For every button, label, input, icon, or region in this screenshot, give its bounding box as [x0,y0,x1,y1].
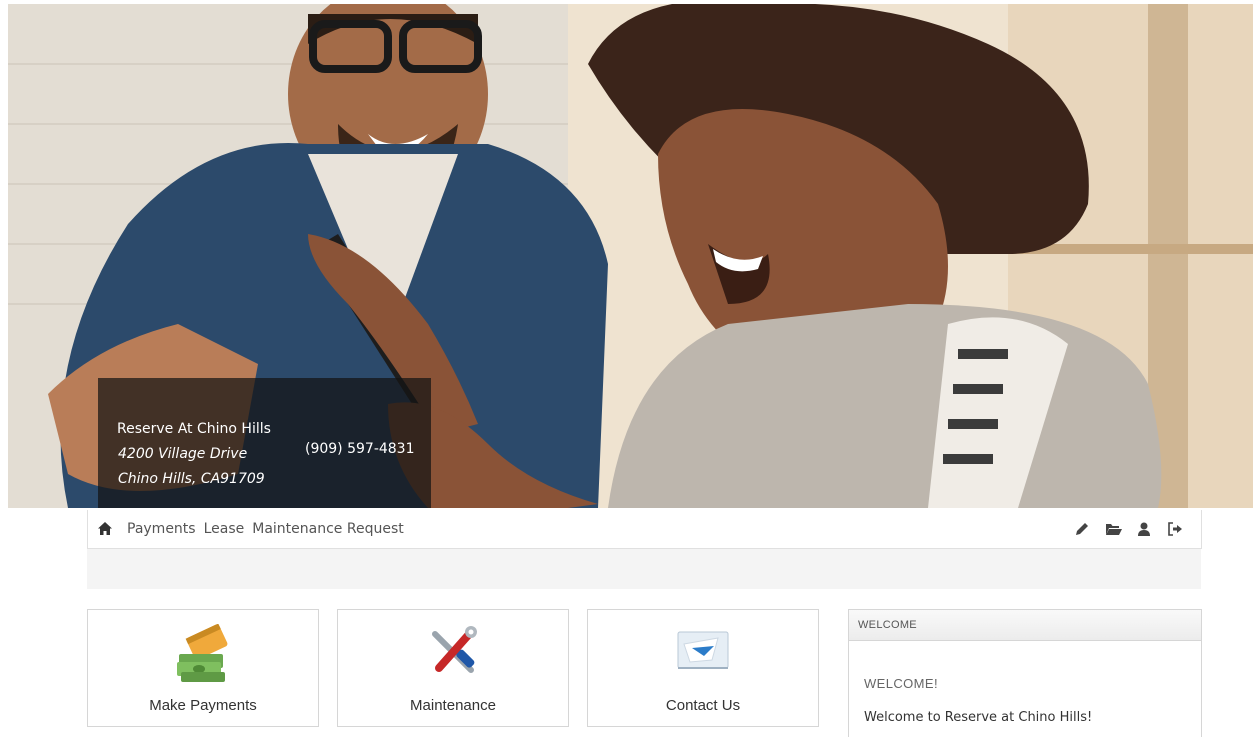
envelope-icon [674,624,732,681]
property-phone[interactable]: (909) 597-4831 [305,441,415,457]
maintenance-label: Maintenance [410,697,496,714]
main-navbar: Payments Lease Maintenance Request [87,510,1202,549]
user-icon[interactable] [1136,521,1152,537]
welcome-panel-header: WELCOME [849,610,1201,641]
make-payments-card[interactable]: Make Payments [87,609,319,727]
contact-us-label: Contact Us [665,697,741,714]
property-address-line1: 4200 Village Drive [118,446,248,462]
hero-image: Reserve At Chino Hills 4200 Village Driv… [8,4,1253,508]
make-payments-label: Make Payments [149,697,257,714]
pencil-icon[interactable] [1074,521,1090,537]
contact-us-card[interactable]: Contact Us [587,609,819,727]
welcome-text: Welcome to Reserve at Chino Hills! [864,710,1093,725]
nav-payments[interactable]: Payments [127,521,196,537]
welcome-title: WELCOME! [864,676,938,691]
nav-maintenance-request[interactable]: Maintenance Request [252,521,403,537]
credit-card-money-icon [175,623,231,691]
maintenance-card[interactable]: Maintenance [337,609,569,727]
sub-navbar [87,549,1201,589]
home-icon[interactable] [97,521,113,537]
property-address-line2: Chino Hills, CA91709 [118,471,265,487]
property-name: Reserve At Chino Hills [117,421,271,437]
wrench-screwdriver-icon [425,624,481,685]
nav-lease[interactable]: Lease [204,521,245,537]
sign-out-icon[interactable] [1167,521,1183,537]
nav-right-icons [1059,521,1183,537]
welcome-panel: WELCOME WELCOME! Welcome to Reserve at C… [848,609,1202,737]
folder-open-icon[interactable] [1105,521,1122,537]
property-info-box: Reserve At Chino Hills 4200 Village Driv… [98,378,431,508]
